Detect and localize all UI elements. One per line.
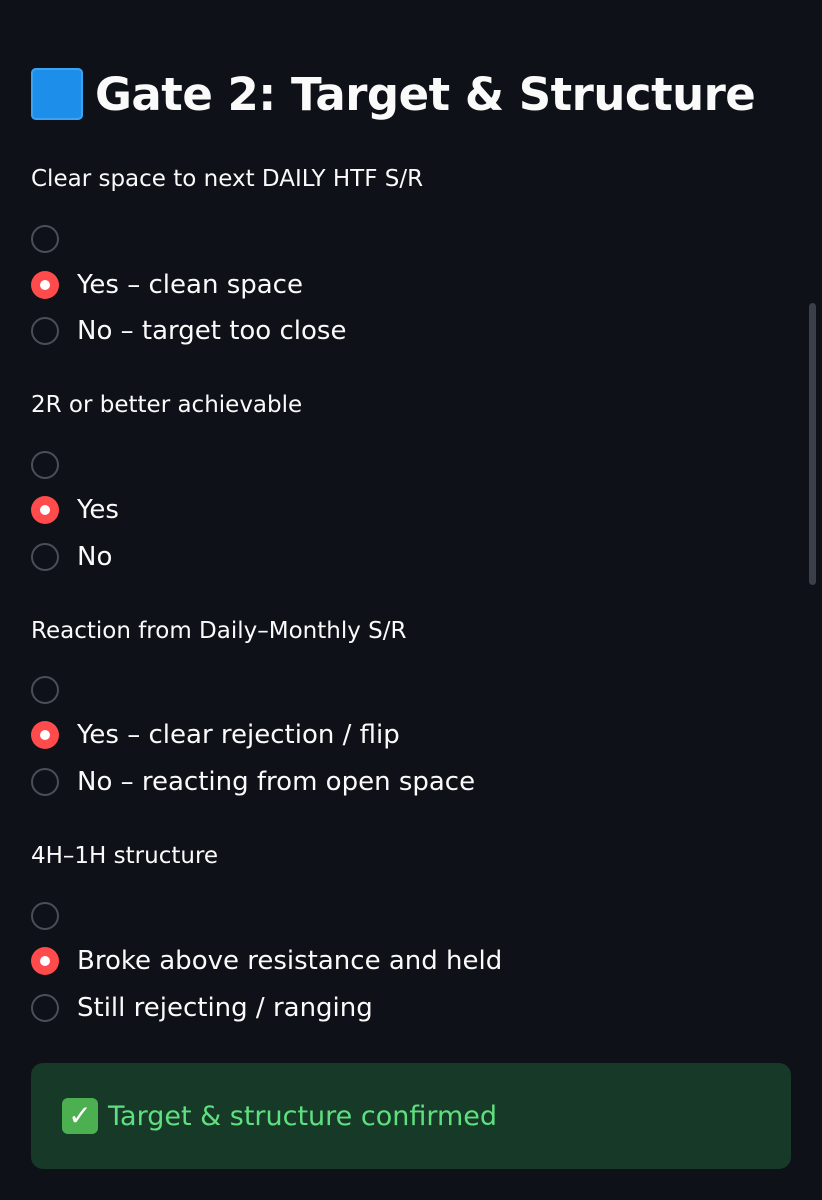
- radio-option-selected[interactable]: Yes: [31, 493, 119, 527]
- radio-option[interactable]: [31, 222, 77, 256]
- blue-square-icon: [31, 68, 83, 120]
- radio-option-selected[interactable]: Yes – clean space: [31, 268, 303, 302]
- radio-button[interactable]: [31, 994, 59, 1022]
- check-mark-icon: ✓: [62, 1098, 98, 1134]
- radio-option-label: Still rejecting / ranging: [77, 993, 373, 1023]
- radio-option[interactable]: No – reacting from open space: [31, 765, 475, 799]
- radio-option[interactable]: [31, 899, 77, 933]
- radio-option-label: Broke above resistance and held: [77, 946, 503, 976]
- question-label: Reaction from Daily–Monthly S/R: [31, 618, 407, 644]
- radio-option[interactable]: No – target too close: [31, 314, 346, 348]
- radio-option-label: Yes – clean space: [77, 270, 303, 300]
- radio-option-selected[interactable]: Yes – clear rejection / flip: [31, 718, 400, 752]
- radio-button[interactable]: [31, 225, 59, 253]
- radio-option[interactable]: [31, 448, 77, 482]
- radio-option[interactable]: No: [31, 540, 112, 574]
- radio-button-selected[interactable]: [31, 496, 59, 524]
- radio-button[interactable]: [31, 676, 59, 704]
- scrollbar-thumb[interactable]: [809, 303, 816, 585]
- radio-option-label: Yes – clear rejection / flip: [77, 720, 400, 750]
- radio-option[interactable]: Still rejecting / ranging: [31, 991, 373, 1025]
- question-label: 4H–1H structure: [31, 843, 219, 869]
- page-title-text: Gate 2: Target & Structure: [95, 67, 756, 121]
- success-alert: ✓ Target & structure confirmed: [31, 1063, 791, 1169]
- radio-button[interactable]: [31, 543, 59, 571]
- success-alert-text: Target & structure confirmed: [108, 1100, 498, 1132]
- radio-option-selected[interactable]: Broke above resistance and held: [31, 944, 502, 978]
- question-label: 2R or better achievable: [31, 392, 303, 418]
- question-label: Clear space to next DAILY HTF S/R: [31, 166, 424, 192]
- radio-option-label: No – reacting from open space: [77, 767, 476, 797]
- radio-option-label: Yes: [77, 495, 119, 525]
- radio-option[interactable]: [31, 673, 77, 707]
- page: Gate 2: Target & Structure Clear space t…: [0, 0, 822, 1200]
- radio-button-selected[interactable]: [31, 947, 59, 975]
- page-title: Gate 2: Target & Structure: [31, 62, 756, 126]
- radio-button-selected[interactable]: [31, 721, 59, 749]
- radio-button[interactable]: [31, 768, 59, 796]
- radio-option-label: No – target too close: [77, 316, 347, 346]
- radio-button[interactable]: [31, 317, 59, 345]
- radio-button[interactable]: [31, 902, 59, 930]
- radio-button[interactable]: [31, 451, 59, 479]
- radio-option-label: No: [77, 542, 113, 572]
- radio-button-selected[interactable]: [31, 271, 59, 299]
